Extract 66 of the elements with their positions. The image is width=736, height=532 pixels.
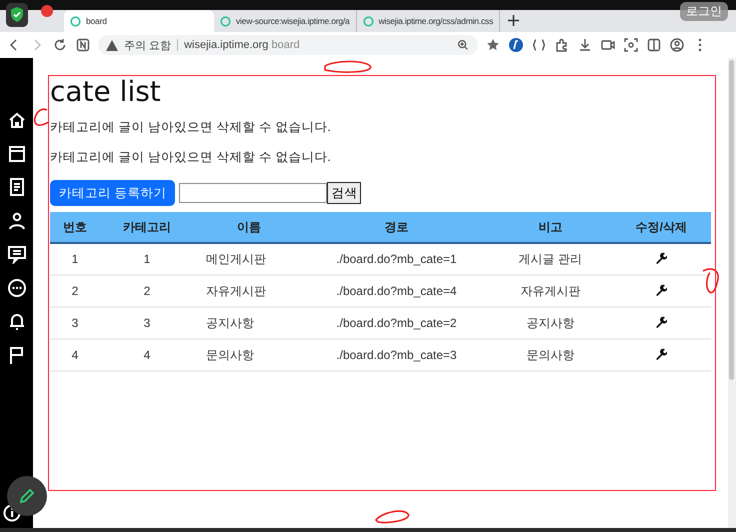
extension-icon[interactable] (508, 37, 524, 53)
braces-icon[interactable] (531, 37, 547, 53)
sidebar-icon[interactable] (646, 37, 662, 53)
window-icon[interactable] (6, 144, 26, 164)
profile-icon[interactable] (669, 37, 685, 53)
column-header: 비고 (489, 212, 612, 243)
column-header: 경로 (304, 212, 489, 243)
annotation-scribble (375, 510, 410, 524)
pencil-button[interactable] (7, 476, 47, 516)
table-cell: 4 (100, 339, 194, 371)
zoom-icon[interactable] (456, 38, 470, 52)
reload-icon[interactable] (52, 37, 68, 53)
recording-dot-icon (40, 4, 54, 18)
table-cell: 문의사항 (194, 339, 304, 371)
search-button[interactable]: 검색 (327, 182, 362, 204)
annotation-scribble (702, 268, 719, 294)
annotation-scribble (34, 108, 50, 126)
table-cell: ./board.do?mb_cate=3 (304, 339, 489, 371)
table-cell: 메인게시판 (194, 243, 304, 275)
security-label: 주의 요함 (124, 38, 172, 52)
n-icon[interactable] (75, 37, 91, 53)
wrench-icon[interactable] (655, 284, 668, 296)
column-header: 이름 (194, 212, 304, 243)
browser-tab[interactable]: board (64, 10, 214, 32)
download-icon[interactable] (577, 37, 593, 53)
screenshot-icon[interactable] (623, 37, 639, 53)
table-cell: 4 (50, 339, 100, 371)
home-icon[interactable] (6, 110, 26, 130)
address-bar[interactable]: 주의 요함 wisejia.iptime.org board (98, 35, 478, 55)
search-field[interactable] (179, 183, 328, 203)
table-cell: ./board.do?mb_cate=2 (304, 307, 489, 339)
table-cell: 게시글 관리 (489, 243, 612, 275)
page-title: cate list (50, 75, 161, 109)
table-cell: 1 (100, 243, 194, 275)
chat-icon[interactable] (6, 278, 26, 298)
message-icon[interactable] (6, 244, 26, 264)
table-cell: 2 (100, 275, 194, 307)
person-icon[interactable] (6, 210, 26, 230)
scrollbar[interactable] (728, 58, 736, 528)
wrench-icon[interactable] (655, 348, 668, 360)
table-cell: 자유게시판 (489, 275, 612, 307)
wrench-icon[interactable] (655, 316, 668, 328)
column-header: 수정/삭제 (612, 212, 711, 243)
table-cell: 공지사항 (194, 307, 304, 339)
annotation-scribble (324, 60, 372, 73)
table-cell: 2 (50, 275, 100, 307)
table-cell: 자유게시판 (194, 275, 304, 307)
table-cell: 3 (50, 307, 100, 339)
login-overlay: 로그인 (680, 2, 728, 21)
table-cell: 3 (100, 307, 194, 339)
register-button[interactable]: 카테고리 등록하기 (50, 180, 176, 206)
table-cell: 문의사항 (489, 339, 612, 371)
notice-text: 카테고리에 글이 남아있으면 삭제할 수 없습니다. (50, 119, 332, 135)
warning-icon (106, 40, 118, 50)
notice-text: 카테고리에 글이 남아있으면 삭제할 수 없습니다. (50, 149, 332, 165)
column-header: 카테고리 (100, 212, 194, 243)
pencil-icon (17, 486, 37, 506)
table-cell: ./board.do?mb_cate=4 (304, 275, 489, 307)
wrench-icon[interactable] (655, 252, 668, 264)
table-cell: ./board.do?mb_cate=1 (304, 243, 489, 275)
table-cell: 공지사항 (489, 307, 612, 339)
url-text: wisejia.iptime.org board (184, 39, 300, 51)
shield-icon (6, 3, 28, 27)
star-icon[interactable] (485, 37, 501, 53)
column-header: 번호 (50, 212, 100, 243)
table-cell: 1 (50, 243, 100, 275)
